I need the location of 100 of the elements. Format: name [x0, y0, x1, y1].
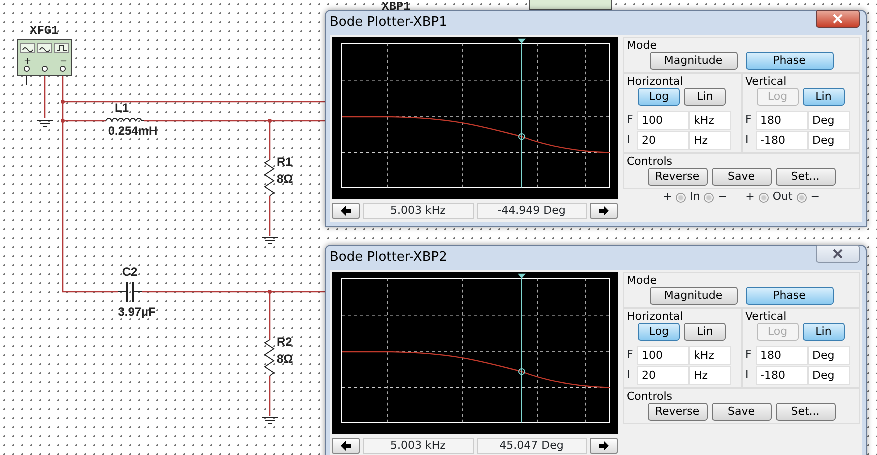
value-field[interactable]: 20 — [637, 366, 689, 384]
group-label: Horizontal — [627, 75, 684, 88]
toggle-button[interactable]: Lin — [802, 323, 845, 341]
group-label: Vertical — [746, 310, 788, 323]
group-label: Horizontal — [627, 310, 684, 323]
wire — [269, 196, 271, 236]
inductor-icon — [106, 118, 144, 122]
left-arrow-icon — [340, 206, 352, 216]
field-label: F — [627, 112, 634, 128]
field-label: I — [746, 366, 750, 383]
field-label: F — [627, 346, 634, 363]
phase-readout: 45.047 Deg — [476, 438, 587, 454]
polarity-label: − — [718, 189, 728, 206]
right-arrow-icon — [598, 206, 610, 216]
left-arrow-icon — [340, 441, 352, 451]
component-value: 3.97µF — [118, 305, 156, 319]
toggle-button[interactable]: Phase — [746, 287, 834, 305]
control-button[interactable]: Reverse — [648, 168, 708, 186]
junction-dot — [61, 100, 65, 104]
function-generator-drawing: + − — [18, 40, 72, 76]
wire — [269, 376, 271, 416]
field-label: F — [746, 346, 753, 363]
component-label: R2 — [277, 335, 292, 349]
value-field[interactable]: 180 — [756, 110, 808, 130]
instrument-label: XFG1 — [30, 24, 59, 38]
toggle-button[interactable]: Lin — [684, 88, 726, 106]
right-arrow-button[interactable] — [590, 203, 618, 219]
window-title: Bode Plotter-XBP2 — [330, 249, 448, 268]
toggle-button: Log — [756, 88, 799, 106]
field-label: I — [627, 132, 632, 148]
toggle-button[interactable]: Log — [638, 88, 680, 106]
terminal-label: Out — [772, 189, 793, 206]
group-label: Controls — [627, 155, 674, 168]
junction-dot — [268, 290, 272, 294]
unit-field[interactable]: Deg — [808, 110, 850, 130]
polarity-label: + — [746, 189, 755, 206]
component-value: 8Ω — [277, 352, 294, 366]
terminal-icon — [704, 192, 714, 202]
polarity-label: + — [662, 189, 672, 206]
unit-field[interactable]: Hz — [689, 366, 731, 384]
polarity-label: − — [810, 189, 820, 206]
resistor-icon — [264, 160, 275, 196]
control-button[interactable]: Reverse — [648, 403, 708, 421]
close-icon — [833, 14, 843, 24]
control-button[interactable]: Set... — [776, 403, 836, 421]
component-value: 8Ω — [277, 172, 294, 186]
left-arrow-button[interactable] — [332, 438, 360, 454]
component-label: C2 — [122, 265, 138, 279]
value-field[interactable]: 100 — [637, 346, 689, 364]
frequency-readout: 5.003 kHz — [363, 203, 474, 219]
unit-field[interactable]: kHz — [689, 346, 731, 364]
control-button[interactable]: Set... — [776, 168, 836, 186]
toggle-button[interactable]: Magnitude — [650, 287, 738, 305]
value-field[interactable]: -180 — [756, 366, 808, 384]
terminal-icon — [676, 192, 686, 202]
right-arrow-button[interactable] — [590, 438, 618, 454]
window-title: Bode Plotter-XBP1 — [330, 14, 448, 32]
unit-field[interactable]: Hz — [689, 130, 731, 150]
field-label: F — [746, 112, 753, 128]
toggle-button[interactable]: Lin — [684, 323, 726, 341]
unit-field[interactable]: Deg — [808, 366, 850, 384]
close-button[interactable] — [816, 10, 860, 28]
capacitor-icon — [118, 282, 142, 302]
phase-readout: -44.949 Deg — [476, 203, 587, 219]
toggle-button: Log — [756, 323, 799, 341]
junction-dot — [61, 119, 65, 123]
value-field[interactable]: 20 — [637, 130, 689, 150]
unit-field[interactable]: Deg — [808, 346, 850, 364]
control-button[interactable]: Save — [712, 168, 772, 186]
resistor-icon — [264, 340, 275, 376]
value-field[interactable]: -180 — [756, 130, 808, 150]
field-label: I — [627, 366, 632, 383]
ground-icon — [262, 418, 278, 424]
field-label: I — [746, 132, 750, 148]
unit-field[interactable]: Deg — [808, 130, 850, 150]
frequency-readout: 5.003 kHz — [363, 438, 474, 454]
toggle-button[interactable]: Log — [638, 323, 680, 341]
group-label: Controls — [627, 390, 674, 403]
component-value: 0.254mH — [108, 124, 158, 138]
unit-field[interactable]: kHz — [689, 110, 731, 130]
instrument-label: XBP1 — [382, 0, 411, 14]
right-arrow-icon — [598, 441, 610, 451]
toggle-button[interactable]: Magnitude — [650, 52, 738, 70]
group-label: Mode — [627, 274, 658, 287]
toggle-button[interactable]: Lin — [802, 88, 845, 106]
close-icon — [833, 249, 843, 259]
junction-dot — [268, 119, 272, 123]
group-label: Vertical — [746, 75, 788, 88]
terminal-icon — [758, 192, 769, 202]
close-button[interactable] — [816, 245, 860, 263]
toggle-button[interactable]: Phase — [746, 52, 834, 70]
value-field[interactable]: 180 — [756, 346, 808, 364]
control-button[interactable]: Save — [712, 403, 772, 421]
group-label: Mode — [627, 39, 658, 52]
component-label: R1 — [277, 155, 292, 169]
terminal-icon — [796, 192, 807, 202]
terminal-label: In — [690, 189, 700, 206]
value-field[interactable]: 100 — [637, 110, 689, 130]
ground-icon — [262, 238, 278, 244]
left-arrow-button[interactable] — [332, 203, 360, 219]
